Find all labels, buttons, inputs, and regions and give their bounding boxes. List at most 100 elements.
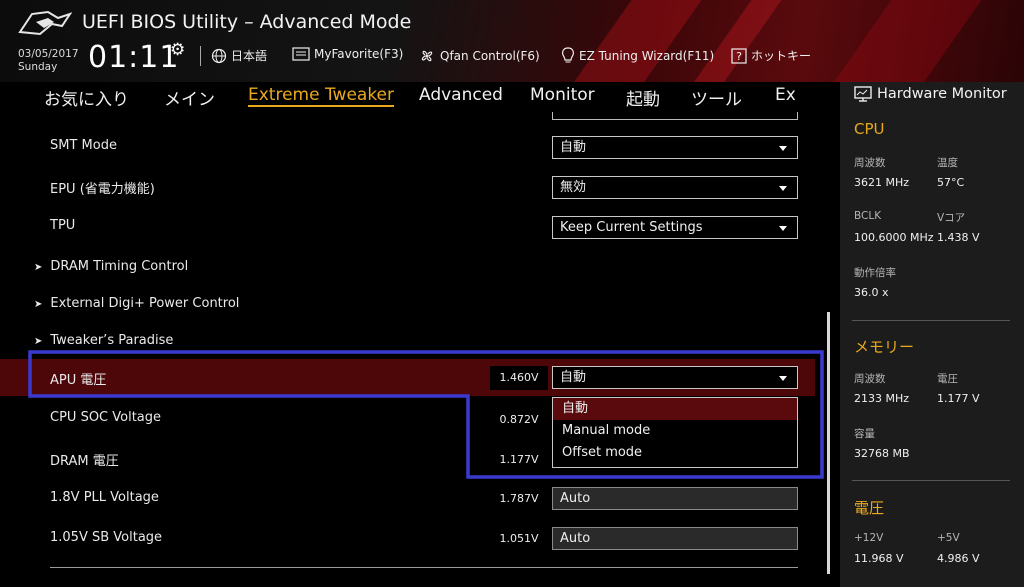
hw-divider <box>852 480 1010 481</box>
hw-label: 容量 <box>854 428 875 440</box>
cpu-temperature: 57°C <box>937 176 965 189</box>
submenu-dram-timing[interactable]: ➤ DRAM Timing Control <box>0 248 815 284</box>
hw-section-cpu: CPU <box>854 120 885 138</box>
language-button[interactable]: 日本語 <box>211 47 267 64</box>
hw-label: 温度 <box>937 157 958 169</box>
chevron-down-icon <box>779 226 787 231</box>
select-value: 無効 <box>560 180 587 195</box>
setting-row-pll-voltage: 1.8V PLL Voltage 1.787V Auto <box>0 478 815 518</box>
help-icon: ? <box>731 47 747 64</box>
ez-tuning-label: EZ Tuning Wizard(F11) <box>579 49 715 63</box>
hw-label: BCLK <box>854 210 882 222</box>
setting-label: TPU <box>50 218 76 233</box>
cpu-bclk: 100.6000 MHz <box>854 231 934 244</box>
submenu-digi-power[interactable]: ➤ External Digi+ Power Control <box>0 285 815 321</box>
setting-label: EPU (省電力機能) <box>50 182 155 197</box>
hw-label: Vコア <box>937 212 966 224</box>
hw-label: 周波数 <box>854 157 886 169</box>
hw-label: +12V <box>854 532 884 544</box>
voltage-5v: 4.986 V <box>937 552 980 565</box>
globe-icon <box>211 48 227 63</box>
header-separator <box>200 46 201 66</box>
hw-label: 周波数 <box>854 373 886 385</box>
hw-section-voltage: 電圧 <box>854 499 885 517</box>
submenu-item: ➤ External Digi+ Power Control <box>34 296 239 311</box>
header-decoration <box>681 0 789 82</box>
select-value: Keep Current Settings <box>560 220 703 235</box>
hw-title-text: Hardware Monitor <box>877 86 1007 102</box>
tpu-select[interactable]: Keep Current Settings <box>552 216 798 239</box>
cpu-ratio: 36.0 x <box>854 286 889 299</box>
ez-tuning-wizard-button[interactable]: EZ Tuning Wizard(F11) <box>561 47 714 65</box>
header-decoration <box>821 0 989 82</box>
tab-exit[interactable]: Ex <box>775 85 796 105</box>
header-bar: UEFI BIOS Utility – Advanced Mode 03/05/… <box>0 0 1024 82</box>
pll-voltage-field[interactable]: Auto <box>552 487 798 510</box>
myfavorite-button[interactable]: MyFavorite(F3) <box>292 47 403 61</box>
main-tabs: お気に入り メイン Extreme Tweaker Advanced Monit… <box>0 82 838 112</box>
hw-label: 動作倍率 <box>854 267 896 279</box>
voltage-reading: 1.051V <box>490 527 548 551</box>
svg-text:?: ? <box>736 50 742 63</box>
tab-favorites[interactable]: お気に入り <box>44 85 129 110</box>
memory-voltage: 1.177 V <box>937 392 980 405</box>
date-text: 03/05/2017 <box>18 48 79 60</box>
memory-frequency: 2133 MHz <box>854 392 910 405</box>
hw-label: 電圧 <box>937 373 958 385</box>
hw-divider <box>852 320 1010 321</box>
setting-row-epu: EPU (省電力機能) 無効 <box>0 166 815 206</box>
clock-time: 01:11 <box>88 40 180 75</box>
hotkeys-button[interactable]: ? ホットキー <box>731 47 811 64</box>
setting-label: SMT Mode <box>50 138 117 153</box>
header-decoration <box>561 0 709 82</box>
arrow-right-icon: ➤ <box>34 262 43 273</box>
date-display: 03/05/2017 Sunday <box>18 48 79 74</box>
app-title: UEFI BIOS Utility – Advanced Mode <box>82 11 412 33</box>
monitor-icon <box>854 86 872 102</box>
setting-label: 1.05V SB Voltage <box>50 530 163 545</box>
sb-voltage-field[interactable]: Auto <box>552 527 798 550</box>
rog-logo-icon <box>18 10 72 36</box>
memory-capacity: 32768 MB <box>854 447 910 460</box>
hw-label: +5V <box>937 532 960 544</box>
day-text: Sunday <box>18 61 58 73</box>
epu-select[interactable]: 無効 <box>552 176 798 199</box>
favorite-list-icon <box>292 47 310 61</box>
settings-panel: SMT Mode 自動 EPU (省電力機能) 無効 TPU Keep Curr… <box>0 112 838 587</box>
qfan-label: Qfan Control(F6) <box>440 49 540 63</box>
annotation-outline <box>28 350 824 479</box>
submenu-item: ➤ DRAM Timing Control <box>34 259 188 274</box>
tab-extreme-tweaker[interactable]: Extreme Tweaker <box>248 85 395 107</box>
list-bottom-divider <box>50 567 798 568</box>
hw-section-memory: メモリー <box>854 338 915 356</box>
submenu-label: External Digi+ Power Control <box>50 296 240 311</box>
language-label: 日本語 <box>231 49 268 63</box>
smt-mode-select[interactable]: 自動 <box>552 136 798 159</box>
tab-tool[interactable]: ツール <box>691 85 742 110</box>
tab-advanced[interactable]: Advanced <box>419 85 503 105</box>
hotkeys-label: ホットキー <box>751 49 812 63</box>
tab-main[interactable]: メイン <box>164 85 215 110</box>
arrow-right-icon: ➤ <box>34 336 43 347</box>
qfan-control-button[interactable]: Qfan Control(F6) <box>418 47 540 65</box>
chevron-down-icon <box>779 186 787 191</box>
gear-icon[interactable]: ⚙ <box>170 40 185 60</box>
cpu-vcore: 1.438 V <box>937 231 980 244</box>
hardware-monitor-title: Hardware Monitor <box>854 86 1007 102</box>
myfavorite-label: MyFavorite(F3) <box>314 47 404 61</box>
submenu-item: ➤ Tweaker’s Paradise <box>34 333 173 348</box>
voltage-12v: 11.968 V <box>854 552 904 565</box>
select-value: 自動 <box>560 140 587 155</box>
setting-row-tpu: TPU Keep Current Settings <box>0 206 815 246</box>
voltage-reading: 1.787V <box>490 487 548 511</box>
tab-boot[interactable]: 起動 <box>626 85 660 110</box>
cpu-frequency: 3621 MHz <box>854 176 910 189</box>
scrollbar[interactable] <box>827 312 830 574</box>
partial-select-field[interactable] <box>552 112 798 120</box>
lightbulb-icon <box>562 47 574 63</box>
fan-icon <box>421 50 433 62</box>
chevron-down-icon <box>779 146 787 151</box>
submenu-label: DRAM Timing Control <box>50 259 189 274</box>
submenu-label: Tweaker’s Paradise <box>50 333 174 348</box>
tab-monitor[interactable]: Monitor <box>530 85 595 105</box>
